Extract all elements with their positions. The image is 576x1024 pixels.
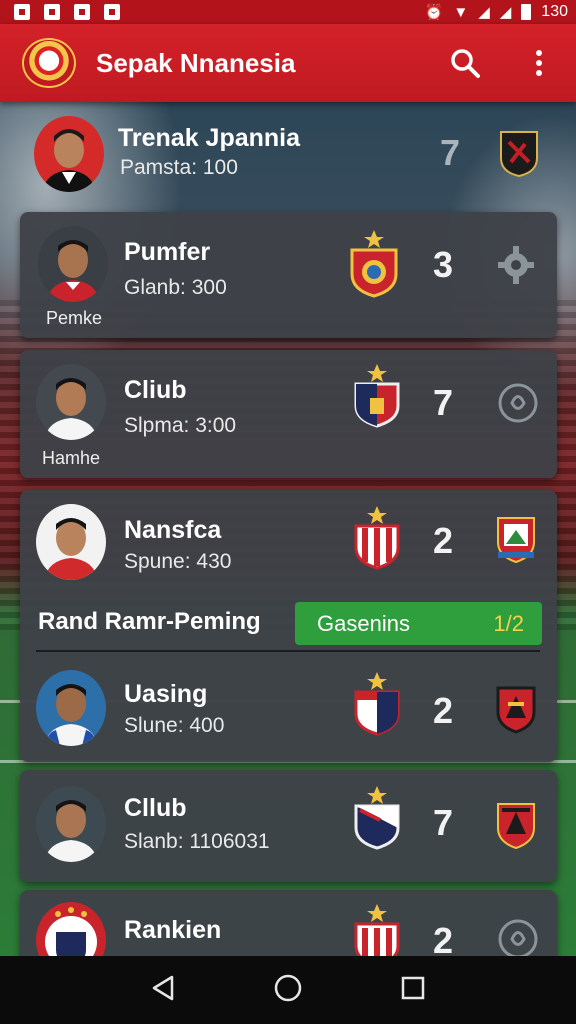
- info-icon[interactable]: [494, 378, 542, 428]
- wifi-icon: ▼: [453, 3, 469, 21]
- settings-icon[interactable]: [492, 240, 540, 290]
- avatar: [38, 226, 108, 302]
- recents-icon: [402, 976, 425, 999]
- avatar: [36, 786, 106, 862]
- club-crest: [350, 670, 404, 736]
- rank-number: 7: [440, 132, 461, 173]
- app-title: Sepak Nnanesia: [96, 47, 296, 78]
- overflow-menu-button[interactable]: [522, 46, 556, 80]
- player-card[interactable]: Cllub Slanb: 1106031 7: [20, 770, 557, 882]
- player-name: Nansfca: [124, 516, 222, 544]
- avatar: [36, 670, 106, 746]
- alarm-icon: ⏰: [424, 3, 444, 21]
- back-button[interactable]: [148, 973, 178, 1008]
- status-pill[interactable]: Gasenins 1/2: [295, 602, 542, 645]
- home-button[interactable]: [273, 973, 303, 1008]
- battery-icon: [521, 4, 532, 20]
- status-bar: ⏰ ▼ ◢ ◢ 130: [0, 0, 576, 24]
- rank-number: 7: [433, 382, 454, 423]
- recents-button[interactable]: [398, 973, 428, 1008]
- club-crest: [492, 514, 540, 564]
- download-icon: [104, 4, 120, 20]
- back-icon: [152, 975, 173, 1000]
- player-stat: Glanb: 300: [124, 276, 227, 299]
- player-name: Uasing: [124, 680, 208, 708]
- avatar: [36, 364, 106, 440]
- avatar: [36, 504, 106, 580]
- home-icon: [274, 974, 302, 1001]
- club-crest: [350, 784, 404, 850]
- rank-number: 2: [433, 690, 454, 731]
- pill-value: 1/2: [493, 610, 524, 636]
- player-stat: Spune: 430: [124, 550, 232, 573]
- player-name: Cllub: [124, 794, 187, 822]
- signal-2-icon: ◢: [499, 3, 512, 21]
- app-notification-icon: [74, 4, 90, 20]
- club-crest: [495, 128, 543, 178]
- divider: [36, 650, 540, 652]
- app-logo: [22, 38, 76, 88]
- search-button[interactable]: [448, 46, 482, 80]
- player-card[interactable]: Pumfer Glanb: 300 Pemke 3: [20, 212, 557, 338]
- player-name: Cliub: [124, 376, 187, 404]
- player-stat: Slanb: 1106031: [124, 830, 270, 853]
- notification-icon: [14, 4, 30, 20]
- list-item[interactable]: Trenak Jpannia Pamsta: 100 7: [20, 108, 557, 206]
- club-crest: [346, 228, 402, 298]
- player-name: Trenak Jpannia: [118, 124, 301, 152]
- avatar: [34, 116, 104, 192]
- rank-number: 2: [433, 520, 454, 561]
- rank-number: 3: [433, 244, 454, 285]
- club-crest: [492, 684, 540, 734]
- more-vert-icon: [536, 50, 542, 76]
- signal-icon: ◢: [478, 3, 490, 21]
- club-crest: [492, 800, 540, 850]
- status-time: 130: [541, 3, 568, 20]
- club-crest: [350, 504, 404, 570]
- app-bar: Sepak Nnanesia: [0, 24, 576, 102]
- system-nav-bar: [0, 956, 576, 1024]
- player-stat: Slune: 400: [124, 714, 225, 737]
- club-crest: [350, 362, 404, 428]
- player-name: Pumfer: [124, 238, 211, 266]
- player-position: Pemke: [46, 308, 103, 328]
- rank-number: 7: [433, 802, 454, 843]
- player-card[interactable]: Cliub Slpma: 3:00 Hamhe 7: [20, 350, 557, 478]
- player-stat: Slpma: 3:00: [124, 414, 237, 437]
- player-name: Rankien: [124, 916, 222, 944]
- sim-icon: [44, 4, 60, 20]
- section-label: Rand Ramr-Peming: [38, 608, 261, 635]
- player-stat: Pamsta: 100: [120, 156, 238, 179]
- search-icon: [451, 49, 480, 78]
- pill-label: Gasenins: [317, 610, 410, 636]
- player-position: Hamhe: [42, 448, 101, 468]
